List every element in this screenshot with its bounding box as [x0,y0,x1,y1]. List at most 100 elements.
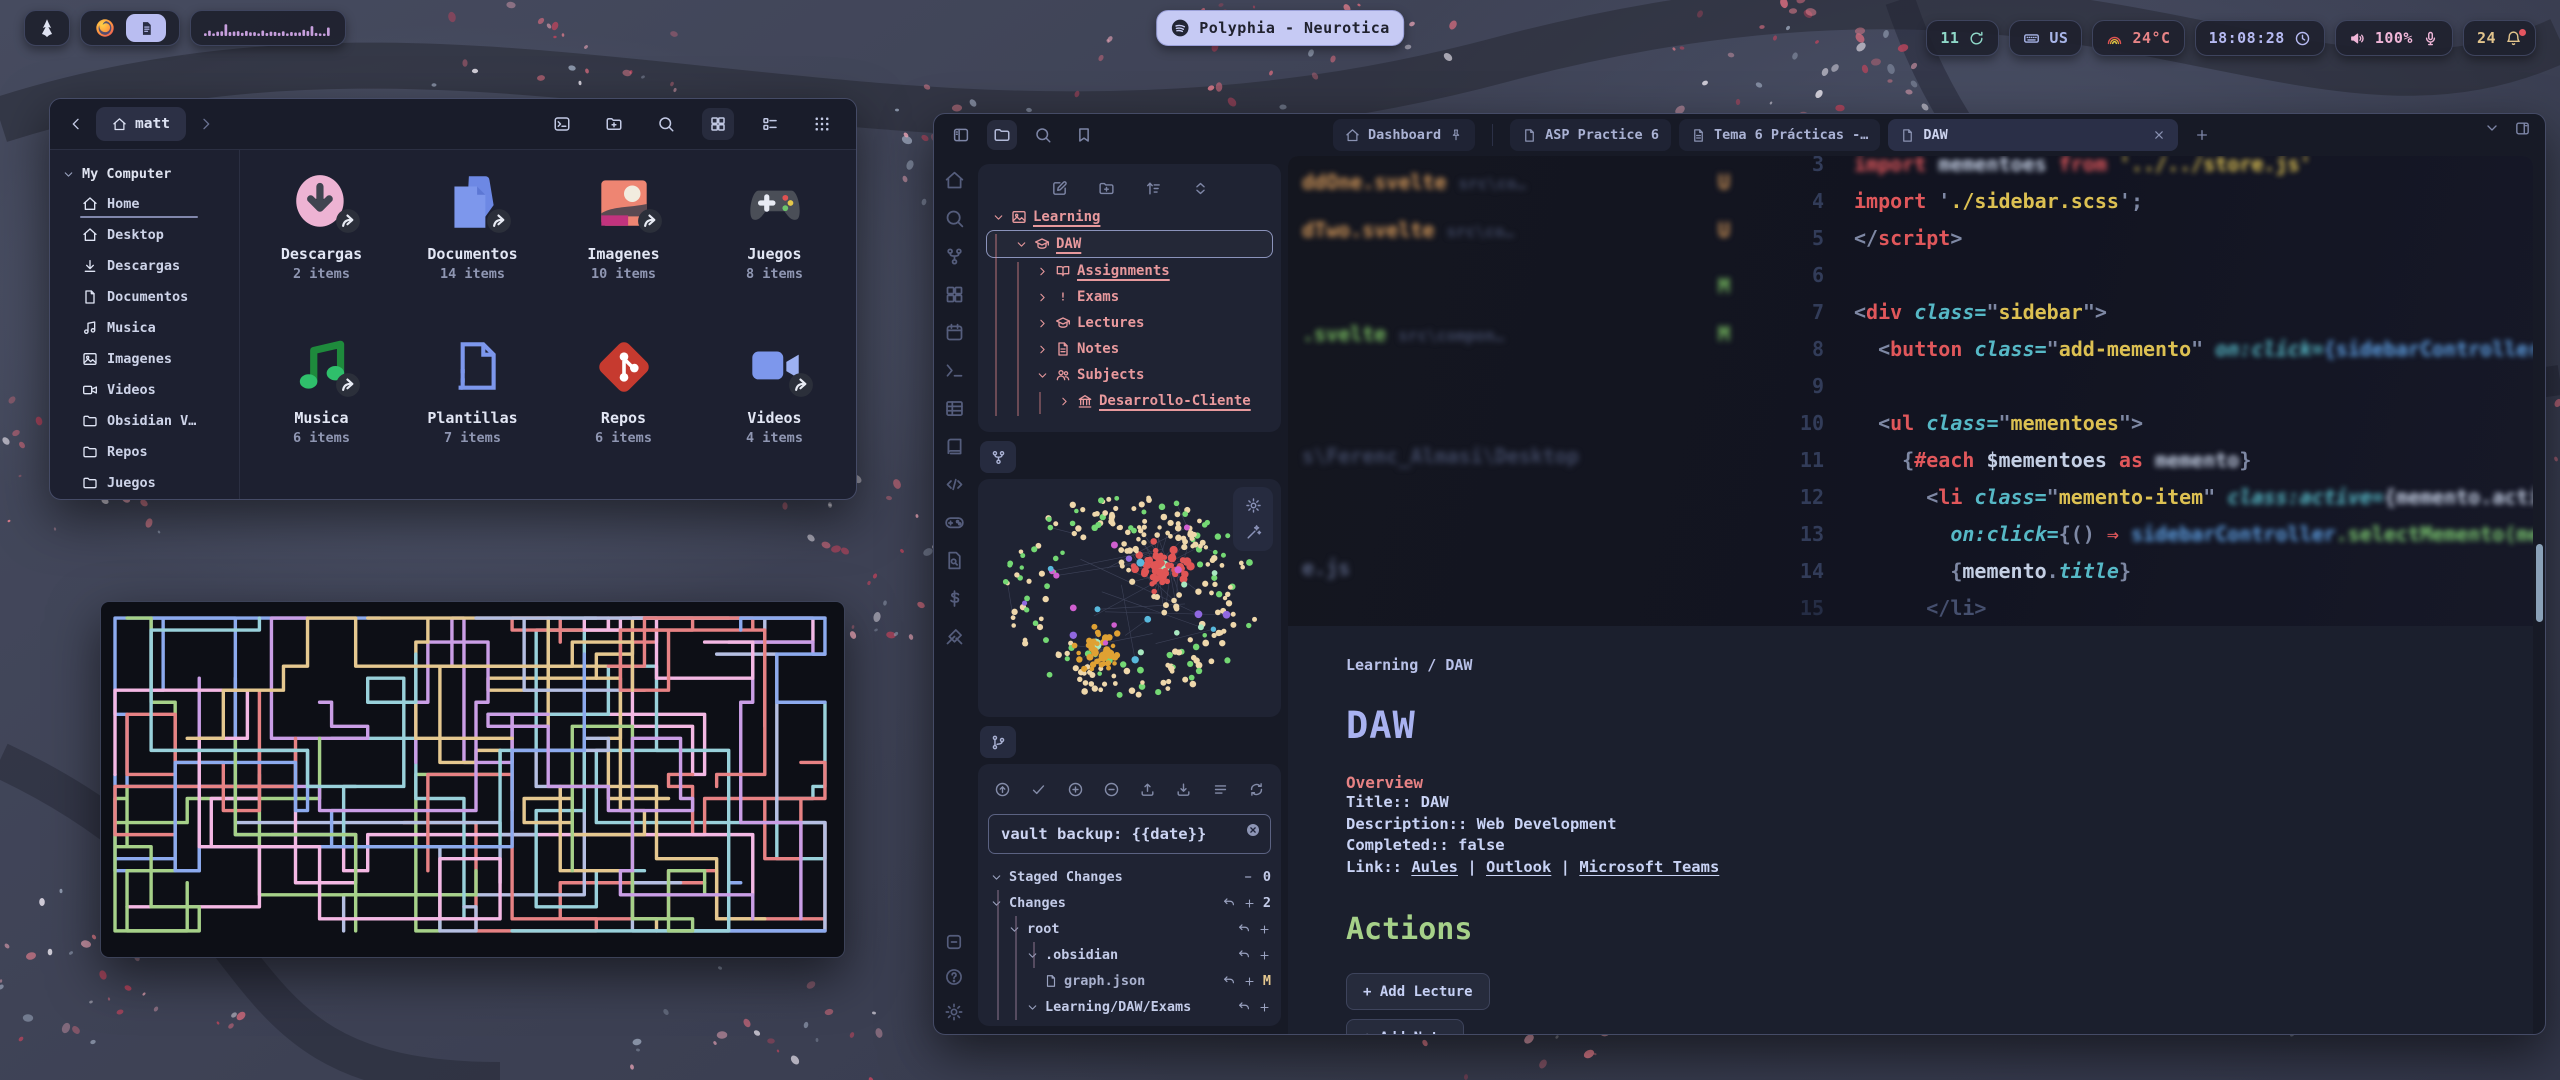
launcher-button[interactable] [24,10,70,46]
tray-weather[interactable]: 24°C [2092,20,2184,56]
folder-tile-imagenes[interactable]: Imagenes10 items [548,164,699,324]
undo-icon[interactable] [1222,974,1236,988]
sidebar-item-videos[interactable]: Videos [50,374,239,405]
ribbon-git-fork-icon[interactable] [944,246,965,267]
tree-item-desarrollo-cliente[interactable]: Desarrollo-Cliente [986,388,1273,414]
folder-plus-button[interactable] [598,108,630,140]
sidebar-item-more[interactable] [50,498,239,500]
taskbar[interactable] [80,10,180,46]
chevron-down-icon[interactable] [2484,120,2500,136]
link-aules[interactable]: Aules [1411,858,1458,876]
tree-item-subjects[interactable]: Subjects [986,362,1273,388]
tree-item-learning[interactable]: Learning [986,204,1273,230]
upload-icon[interactable] [1139,781,1156,798]
folder-plus-icon[interactable] [1098,180,1115,197]
audio-visualizer[interactable] [190,10,346,46]
ribbon-terminal-icon[interactable] [944,360,965,381]
commit-up-icon[interactable] [994,781,1011,798]
terminal-pipes-window[interactable] [100,601,845,958]
check-icon[interactable] [1030,781,1047,798]
action-button--add-note[interactable]: + Add Note [1346,1019,1464,1034]
ribbon-code-tag-icon[interactable] [944,474,965,495]
tab-dashboard[interactable]: Dashboard [1333,119,1475,151]
tray-notifications[interactable]: 24 [2463,20,2536,56]
ribbon-calendar-icon[interactable] [944,322,965,343]
new-tab-button[interactable] [2186,119,2218,151]
tree-item-exams[interactable]: !Exams [986,284,1273,310]
new-note-icon[interactable] [1051,180,1068,197]
scrollbar-thumb[interactable] [2536,544,2543,622]
search-button[interactable] [650,108,682,140]
undo-icon[interactable] [1237,922,1251,936]
sidebar-item-imagenes[interactable]: Imagenes [50,343,239,374]
now-playing-widget[interactable]: Polyphia - Neurotica [1156,10,1404,46]
sidebar-item-musica[interactable]: Musica [50,312,239,343]
ribbon-box-icon[interactable] [944,932,964,952]
ribbon-file-search-icon[interactable] [944,550,965,571]
folder-tile-repos[interactable]: Repos6 items [548,328,699,488]
back-button[interactable] [60,108,92,140]
commit-message-input[interactable] [988,814,1271,854]
folder-tile-documentos[interactable]: Documentos14 items [397,164,548,324]
folder-tile-videos[interactable]: Videos4 items [699,328,850,488]
plus-icon[interactable] [1243,975,1256,988]
graph-tab-chip[interactable] [980,441,1016,473]
git-row-root[interactable]: root [988,916,1271,942]
tray-updates[interactable]: 11 [1926,20,1999,56]
sidebar-toggle-button[interactable] [946,120,976,150]
list-view-button[interactable] [754,108,786,140]
git-row-graph-json[interactable]: graph.jsonM [988,968,1271,994]
tree-item-lectures[interactable]: Lectures [986,310,1273,336]
folder-tile-descargas[interactable]: Descargas2 items [246,164,397,324]
split-pane-icon[interactable] [2514,120,2531,137]
ribbon-gear-icon[interactable] [944,1002,964,1022]
undo-icon[interactable] [1237,948,1251,962]
collapse-icon[interactable] [1192,180,1209,197]
close-icon[interactable] [2152,128,2166,142]
terminal-window-button[interactable] [546,108,578,140]
ribbon-grid-icon[interactable] [944,284,965,305]
grid-button[interactable] [702,108,734,140]
tray-clock[interactable]: 18:08:28 [2195,20,2325,56]
link-microsoft-teams[interactable]: Microsoft Teams [1579,858,1719,876]
folder-tile-plantillas[interactable]: Plantillas7 items [397,328,548,488]
git-tab-chip[interactable] [980,726,1016,758]
tab-tema-6-pr-cticas-[interactable]: Tema 6 Prácticas -… [1679,119,1880,151]
sidebar-item-documentos[interactable]: Documentos [50,281,239,312]
undo-icon[interactable] [1222,896,1236,910]
graph-view[interactable] [984,485,1275,708]
folder-tile-musica[interactable]: Musica6 items [246,328,397,488]
sidebar-item-obsidian-v-[interactable]: Obsidian V… [50,405,239,436]
sidebar-item-descargas[interactable]: Descargas [50,250,239,281]
git-row--obsidian[interactable]: .obsidian [988,942,1271,968]
git-row-learning-daw-exams[interactable]: Learning/DAW/Exams [988,994,1271,1020]
tray-volume[interactable]: 100% [2335,20,2453,56]
tray-keyboard-layout[interactable]: US [2009,20,2082,56]
sidebar-item-juegos[interactable]: Juegos [50,467,239,498]
undo-icon[interactable] [1237,1000,1251,1014]
ribbon-dollar-icon[interactable] [944,588,965,609]
plus-icon[interactable] [1243,897,1256,910]
tab-daw[interactable]: DAW [1888,119,2178,151]
folder-tile-juegos[interactable]: Juegos8 items [699,164,850,324]
sync-icon[interactable] [1248,781,1265,798]
download-tray-icon[interactable] [1175,781,1192,798]
bookmark-button[interactable] [1069,120,1099,150]
clear-input-icon[interactable] [1245,822,1261,838]
minus-icon[interactable] [1242,870,1256,884]
search-button[interactable] [1028,120,1058,150]
sidebar-item-desktop[interactable]: Desktop [50,219,239,250]
plus-icon[interactable] [1258,949,1271,962]
gear-icon[interactable] [1245,497,1262,514]
git-row-changes[interactable]: Changes2 [988,890,1271,916]
sort-icon[interactable] [1145,180,1162,197]
minus-circle-icon[interactable] [1103,781,1120,798]
tree-item-notes[interactable]: Notes [986,336,1273,362]
tab-asp-practice-6[interactable]: ASP Practice 6 [1510,119,1671,151]
ribbon-search-icon[interactable] [944,208,965,229]
plus-icon[interactable] [1258,923,1271,936]
list-icon[interactable] [1212,781,1229,798]
filter-wand-icon[interactable] [1245,524,1262,541]
ribbon-book-icon[interactable] [944,436,965,457]
git-row-staged-changes[interactable]: Staged Changes0 [988,864,1271,890]
